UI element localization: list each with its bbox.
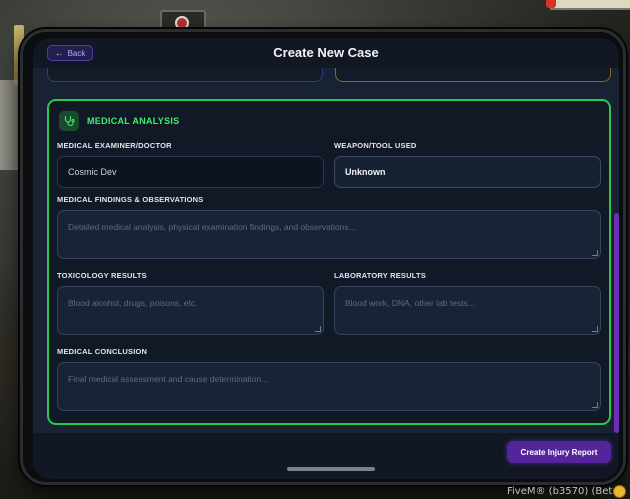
- tablet-screen: ← Back Create New Case MEDICAL ANALYSIS …: [33, 38, 619, 479]
- page-title: Create New Case: [273, 45, 379, 60]
- background-signboard: [550, 0, 630, 10]
- app-header: ← Back Create New Case: [33, 38, 619, 68]
- home-indicator[interactable]: [287, 467, 375, 471]
- resize-handle-icon[interactable]: [592, 250, 598, 256]
- form-footer: Create Injury Report: [33, 433, 619, 479]
- scrollbar[interactable]: [614, 213, 619, 433]
- section-title: MEDICAL ANALYSIS: [87, 116, 180, 126]
- toxicology-textarea[interactable]: Blood alcohol, drugs, poisons, etc.: [57, 286, 324, 335]
- findings-label: MEDICAL FINDINGS & OBSERVATIONS: [57, 195, 204, 204]
- stethoscope-icon: [59, 111, 79, 131]
- conclusion-textarea[interactable]: Final medical assessment and cause deter…: [57, 362, 601, 411]
- fivem-status-icon: [613, 485, 626, 498]
- weapon-label: WEAPON/TOOL USED: [334, 141, 417, 150]
- resize-handle-icon[interactable]: [315, 326, 321, 332]
- previous-field-left[interactable]: [47, 68, 323, 82]
- previous-field-right[interactable]: [335, 68, 611, 82]
- resize-handle-icon[interactable]: [592, 326, 598, 332]
- examiner-label: MEDICAL EXAMINER/DOCTOR: [57, 141, 172, 150]
- resize-handle-icon[interactable]: [592, 402, 598, 408]
- conclusion-label: MEDICAL CONCLUSION: [57, 347, 148, 356]
- laboratory-label: LABORATORY RESULTS: [334, 271, 426, 280]
- medical-analysis-section: MEDICAL ANALYSIS MEDICAL EXAMINER/DOCTOR…: [47, 99, 611, 425]
- weapon-value: Unknown: [345, 167, 386, 177]
- fivem-watermark: FiveM® (b3570) (Beta): [507, 486, 623, 497]
- form-content[interactable]: MEDICAL ANALYSIS MEDICAL EXAMINER/DOCTOR…: [33, 68, 619, 433]
- conclusion-placeholder: Final medical assessment and cause deter…: [68, 374, 269, 384]
- toxicology-label: TOXICOLOGY RESULTS: [57, 271, 147, 280]
- laboratory-placeholder: Blood work, DNA, other lab tests...: [345, 298, 475, 308]
- toxicology-placeholder: Blood alcohol, drugs, poisons, etc.: [68, 298, 198, 308]
- create-injury-report-button[interactable]: Create Injury Report: [507, 441, 611, 463]
- tablet-frame: ← Back Create New Case MEDICAL ANALYSIS …: [20, 29, 626, 485]
- examiner-field[interactable]: Cosmic Dev: [57, 156, 324, 188]
- examiner-value: Cosmic Dev: [68, 167, 117, 177]
- laboratory-textarea[interactable]: Blood work, DNA, other lab tests...: [334, 286, 601, 335]
- background-marker: [546, 0, 556, 8]
- findings-textarea[interactable]: Detailed medical analysis, physical exam…: [57, 210, 601, 259]
- findings-placeholder: Detailed medical analysis, physical exam…: [68, 222, 356, 232]
- weapon-field[interactable]: Unknown: [334, 156, 601, 188]
